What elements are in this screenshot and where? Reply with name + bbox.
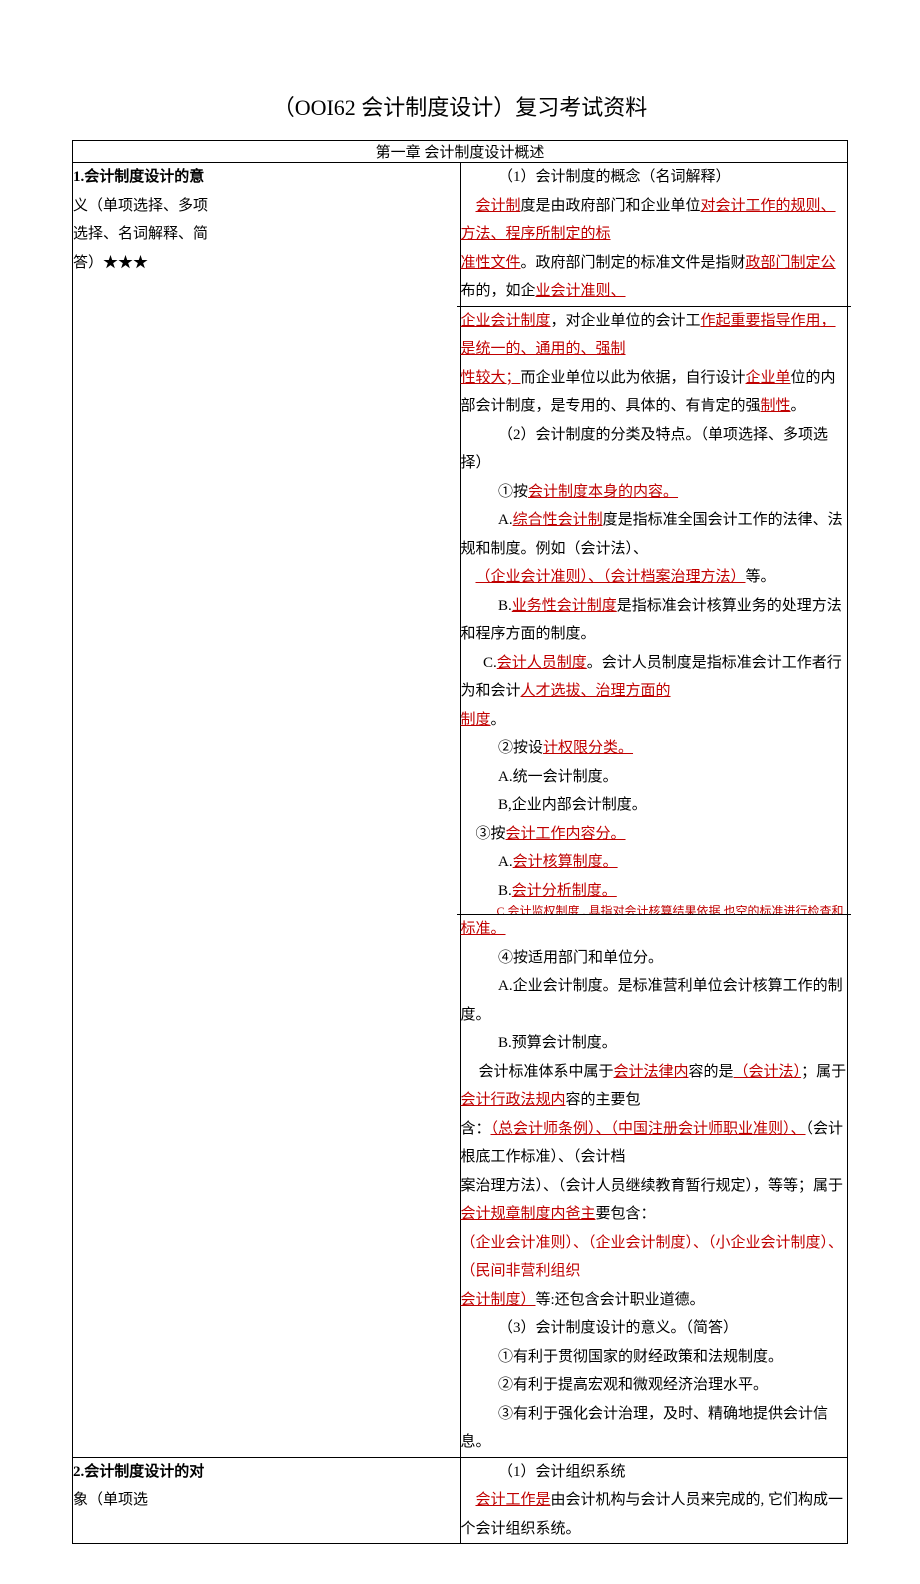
t: 会计行政法规内 xyxy=(461,1092,566,1108)
section1-left: 1.会计制度设计的意 义（单项选择、多项 选择、名词解释、简 答）★★★ xyxy=(73,163,461,1458)
sec1-h3: （3）会计制度设计的意义。（简答） xyxy=(461,1314,848,1343)
t: A.统一会计制度。 xyxy=(461,763,848,792)
t: 。政府部门制定的标准文件是指财 xyxy=(521,255,746,271)
t: C. xyxy=(483,655,497,671)
sec1-h2: （2）会计制度的分类及特点。（单项选择、多项选择） xyxy=(461,421,848,478)
section1-l4: 答） xyxy=(73,255,103,271)
t: （总会计师条例）、（中国注册会计师职业准则）、 xyxy=(491,1121,806,1137)
t: 会计制度本身的内容。 xyxy=(528,484,678,500)
t: 。 xyxy=(791,398,806,414)
sec2-h1: （1）会计组织系统 xyxy=(461,1458,848,1487)
t: 标准。 xyxy=(461,921,506,937)
t: ①按 xyxy=(498,484,528,500)
t: B.预算会计制度。 xyxy=(461,1029,848,1058)
t: 含： xyxy=(461,1121,491,1137)
t: B. xyxy=(498,883,512,899)
t: ③有利于强化会计治理，及时、精确地提供会计信息。 xyxy=(461,1400,848,1457)
t: 容的是 xyxy=(689,1064,734,1080)
t: ②有利于提高宏观和微观经济治理水平。 xyxy=(461,1371,848,1400)
sec1-h1: （1）会计制度的概念（名词解释） xyxy=(461,163,848,192)
t: 会计核算制度。 xyxy=(513,854,618,870)
t: A.企业会计制度。是标准营利单位会计核算工作的制度。 xyxy=(461,972,848,1029)
cut-line: C 会计监权制度 . 具指对会计核算结果依据 也空的标准进行检查和验证的会计 xyxy=(461,905,848,914)
section2-right: （1）会计组织系统 会计工作是由会计机构与会计人员来完成的, 它们构成一个会计组… xyxy=(460,1457,848,1544)
t: ④按适用部门和单位分。 xyxy=(461,944,848,973)
t: 案治理方法）、（会计人员继续教育暂行规定），等等；属于 xyxy=(461,1178,844,1194)
t: 制性 xyxy=(761,398,791,414)
t: A. xyxy=(498,512,513,528)
t: （企业会计准则）、（会计档案治理方法） xyxy=(476,569,746,585)
section2-l2: 象（单项选 xyxy=(73,1486,460,1515)
section2-num: 2.会计制度设计的对 xyxy=(73,1464,204,1480)
t: 准性文件 xyxy=(461,255,521,271)
t: 等:还包含会计职业道德。 xyxy=(536,1292,705,1308)
content-table: 第一章 会计制度设计概述 1.会计制度设计的意 义（单项选择、多项 选择、名词解… xyxy=(72,140,848,1544)
t: 业会计准则、 xyxy=(536,283,626,299)
t: 会计人员制度 xyxy=(497,655,587,671)
t: 会计标准体系中属于 xyxy=(479,1064,614,1080)
t: 度是由政府部门和企业单位 xyxy=(521,198,701,214)
t: 人才选拔、治理方面的 xyxy=(521,683,671,699)
t: 会计工作是 xyxy=(476,1492,551,1508)
t: 性较大； xyxy=(461,370,521,386)
section1-l2: 义（单项选择、多项 xyxy=(73,192,460,221)
t: B. xyxy=(498,598,512,614)
t: （企业会计准则）、（企业会计制度）、（小企业会计制度）、（民间非营利组织 xyxy=(461,1235,844,1280)
section1-num: 1.会计制度设计的意 xyxy=(73,169,204,185)
t: 企业会计制度 xyxy=(461,313,551,329)
t: ②按设 xyxy=(498,740,543,756)
stars-icon: ★★★ xyxy=(103,255,148,271)
t: 而企业单位以此为依据，自行设计 xyxy=(521,370,746,386)
t: A. xyxy=(498,854,513,870)
chapter-header: 第一章 会计制度设计概述 xyxy=(73,141,848,163)
t: B,企业内部会计制度。 xyxy=(461,791,848,820)
t: ③按 xyxy=(476,826,506,842)
page-title: （OOI62 会计制度设计）复习考试资料 xyxy=(72,90,848,122)
t: 等。 xyxy=(746,569,776,585)
t: 制度 xyxy=(461,712,491,728)
t: 综合性会计制 xyxy=(513,512,603,528)
t: 要包含： xyxy=(596,1206,656,1222)
t: 布的，如企 xyxy=(461,283,536,299)
t: 会计制度） xyxy=(461,1292,536,1308)
t: 会计工作内容分。 xyxy=(506,826,626,842)
t: 容的主要包 xyxy=(566,1092,641,1108)
t: 会计规章制度内爸主 xyxy=(461,1206,596,1222)
section1-right: （1）会计制度的概念（名词解释） 会计制度是由政府部门和企业单位对会计工作的规则… xyxy=(460,163,848,1458)
t: 会计分析制度。 xyxy=(512,883,617,899)
t: ①有利于贯彻国家的财经政策和法规制度。 xyxy=(461,1343,848,1372)
t: 计权限分类。 xyxy=(543,740,633,756)
t: 会计法律内 xyxy=(614,1064,689,1080)
t: 政部门制定公 xyxy=(746,255,836,271)
t: 会计制 xyxy=(476,198,521,214)
t: （会计法） xyxy=(734,1064,802,1080)
t: ，对企业单位的会计工 xyxy=(551,313,701,329)
t: ；属于 xyxy=(801,1064,846,1080)
t: 业务性会计制度 xyxy=(512,598,617,614)
t: 企业单 xyxy=(746,370,791,386)
t: 。 xyxy=(491,712,506,728)
section2-left: 2.会计制度设计的对 象（单项选 xyxy=(73,1457,461,1544)
section1-l3: 选择、名词解释、简 xyxy=(73,220,460,249)
